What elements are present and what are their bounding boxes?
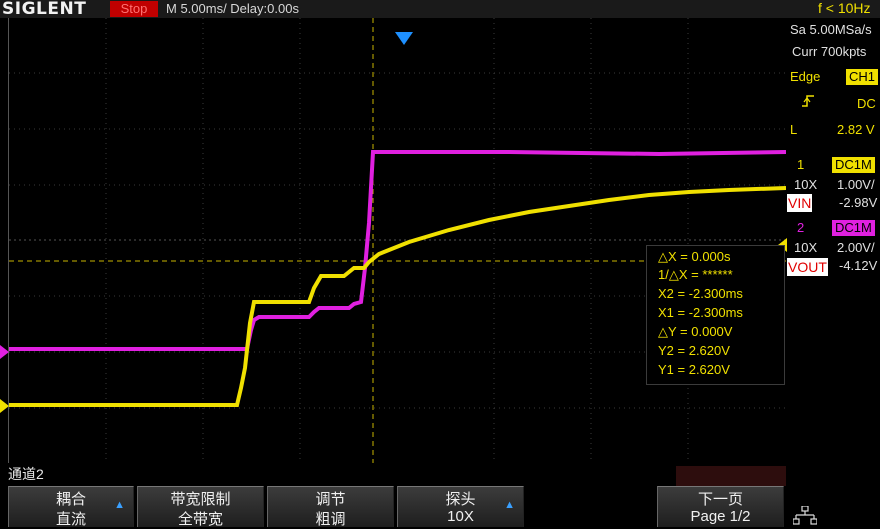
memory-depth: Curr 700kpts: [792, 44, 867, 59]
delta-x: △X = 0.000s: [658, 249, 731, 264]
cursor-y1: Y1 = 2.620V: [658, 362, 730, 377]
channel-offset-markers: [0, 345, 9, 413]
waveform-svg: [9, 18, 787, 463]
ch2-coupling[interactable]: DC1M: [832, 220, 875, 236]
delta-y: △Y = 0.000V: [658, 324, 733, 339]
cursor-x1: X1 = -2.300ms: [658, 305, 743, 320]
cursor-y2: Y2 = 2.620V: [658, 343, 730, 358]
softkey-adjust-label: 调节: [315, 491, 346, 508]
softkey-page-indicator: Page 1/2: [690, 508, 751, 525]
trigger-mode: L: [790, 122, 798, 137]
ch1-label: VIN: [787, 194, 813, 212]
ch1-scale: 1.00V/: [837, 177, 875, 192]
brand-logo: SIGLENT: [2, 0, 87, 19]
softkey-coupling-value: 直流: [55, 511, 86, 528]
ch2-offset: -4.12V: [839, 258, 878, 273]
up-arrow-icon: ▲: [114, 499, 125, 511]
softkey-next-label: 下一页: [697, 491, 743, 508]
trigger-type[interactable]: Edge: [790, 69, 820, 84]
trigger-source[interactable]: CH1: [846, 69, 879, 85]
timebase-readout: M 5.00ms/ Delay:0.00s: [166, 1, 299, 16]
ch1-probe: 10X: [794, 177, 818, 192]
trigger-level: 2.82 V: [837, 122, 875, 137]
cursor-x2: X2 = -2.300ms: [658, 286, 743, 301]
inverse-delta-x: 1/△X = ******: [658, 267, 733, 282]
ch2-label: VOUT: [787, 258, 828, 276]
softkey-bandwidth-limit[interactable]: 带宽限制 全带宽: [137, 486, 264, 528]
ch2-scale: 2.00V/: [837, 240, 875, 255]
trigger-coupling: DC: [857, 96, 876, 111]
trigger-position-marker[interactable]: [395, 32, 413, 45]
sample-rate: Sa 5.00MSa/s: [790, 22, 872, 37]
softkey-coupling[interactable]: 耦合 直流 ▲: [8, 486, 134, 528]
softkey-probe[interactable]: 探头 10X ▲: [397, 486, 524, 527]
info-panel: Sa 5.00MSa/s Curr 700kpts Edge CH1 DC L …: [787, 18, 880, 468]
waveform-display[interactable]: [8, 18, 787, 463]
ch1-offset: -2.98V: [839, 195, 878, 210]
trigger-frequency: f < 10Hz: [818, 0, 871, 16]
ch2-probe: 10X: [794, 240, 818, 255]
up-arrow-icon: ▲: [504, 499, 515, 511]
run-stop-indicator[interactable]: Stop: [110, 1, 158, 17]
ch2-number[interactable]: 2: [797, 220, 804, 235]
cursor-measurement-panel: △X = 0.000s 1/△X = ****** X2 = -2.300ms …: [646, 245, 785, 385]
network-icon: [793, 506, 817, 525]
menu-title: 通道2: [8, 466, 44, 482]
ch1-coupling[interactable]: DC1M: [832, 157, 875, 173]
ch1-offset-marker[interactable]: [0, 399, 9, 413]
menu-title-highlight: [676, 466, 786, 486]
ch2-offset-marker[interactable]: [0, 345, 9, 359]
softkey-adjust-value: 粗调: [315, 511, 346, 528]
softkey-bandwidth-label: 带宽限制: [170, 491, 231, 508]
status-bar: SIGLENT Stop M 5.00ms/ Delay:0.00s f < 1…: [0, 0, 880, 19]
ch1-number[interactable]: 1: [797, 157, 804, 172]
softkey-bandwidth-value: 全带宽: [177, 511, 223, 528]
softkey-next-page[interactable]: 下一页 Page 1/2: [657, 486, 784, 527]
rising-edge-icon: [802, 95, 814, 107]
softkey-adjust[interactable]: 调节 粗调: [267, 486, 394, 528]
